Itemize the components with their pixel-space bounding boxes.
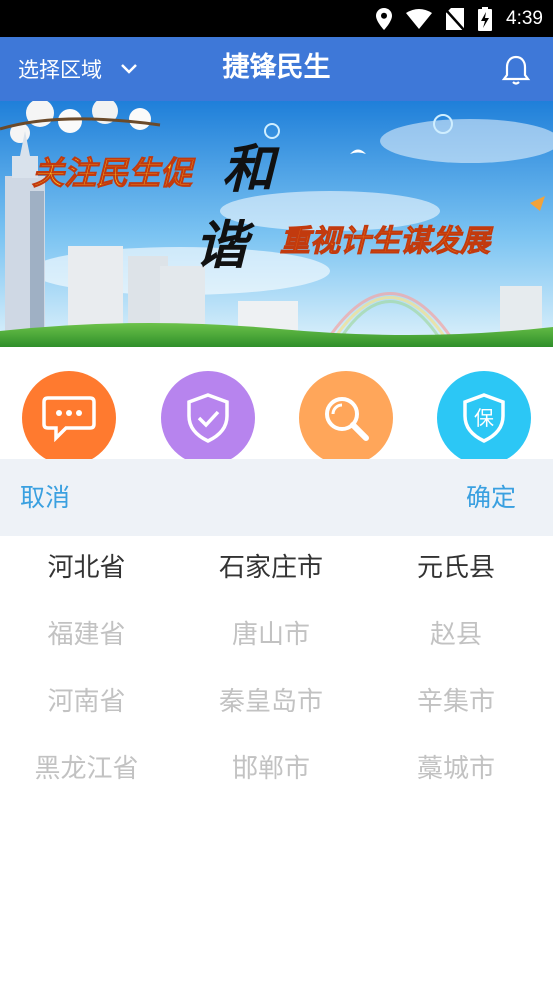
region-label: 选择区域 xyxy=(18,58,102,82)
city-option[interactable]: 邯郸市 xyxy=(173,737,369,804)
feature-icons-row: 保 xyxy=(0,347,553,459)
battery-charging-icon xyxy=(478,6,493,31)
insurance-icon: 保 xyxy=(463,393,505,443)
province-option[interactable]: 福建省 xyxy=(0,603,173,670)
county-option[interactable]: 元氏县 xyxy=(369,536,543,603)
location-icon xyxy=(376,7,393,30)
region-selector[interactable]: 选择区域 xyxy=(18,37,140,101)
status-bar: 4:39 xyxy=(0,0,553,37)
city-option[interactable]: 秦皇岛市 xyxy=(173,670,369,737)
county-option[interactable]: 藁城市 xyxy=(369,737,543,804)
province-wheel[interactable]: 河北省 福建省 河南省 黑龙江省 xyxy=(0,536,173,804)
insurance-glyph: 保 xyxy=(474,406,494,430)
county-wheel[interactable]: 元氏县 赵县 辛集市 藁城市 xyxy=(369,536,543,804)
county-option[interactable]: 赵县 xyxy=(369,603,543,670)
app-bar: 选择区域 捷锋民生 xyxy=(0,37,553,101)
insurance-button[interactable]: 保 xyxy=(437,371,531,459)
province-option[interactable]: 河北省 xyxy=(0,536,173,603)
status-time: 4:39 xyxy=(506,7,543,29)
status-icons: 4:39 xyxy=(376,0,543,37)
cancel-button[interactable]: 取消 xyxy=(20,459,70,536)
confirm-button[interactable]: 确定 xyxy=(466,459,516,536)
query-button[interactable] xyxy=(299,371,393,459)
consult-button[interactable] xyxy=(22,371,116,459)
picker-toolbar: 取消 确定 xyxy=(0,459,553,536)
banner-text-he: 和 xyxy=(222,139,280,200)
chevron-down-icon xyxy=(121,64,137,74)
wifi-icon xyxy=(406,8,433,29)
banner[interactable]: 关注民生促 和 谐 重视计生谋发展 xyxy=(0,101,553,347)
banner-image: 关注民生促 和 谐 重视计生谋发展 xyxy=(0,101,553,347)
bell-icon[interactable] xyxy=(501,54,531,86)
city-wheel[interactable]: 石家庄市 唐山市 秦皇岛市 邯郸市 xyxy=(173,536,369,804)
county-option[interactable]: 辛集市 xyxy=(369,670,543,737)
no-sim-icon xyxy=(446,7,465,30)
banner-text-right: 重视计生谋发展 xyxy=(280,225,494,258)
banner-text-left: 关注民生促 xyxy=(32,155,196,191)
verify-button[interactable] xyxy=(161,371,255,459)
shield-check-icon xyxy=(187,393,229,443)
search-icon xyxy=(325,397,369,441)
message-icon xyxy=(42,396,96,442)
province-option[interactable]: 河南省 xyxy=(0,670,173,737)
banner-text-xie: 谐 xyxy=(195,215,255,276)
region-picker: 河北省 福建省 河南省 黑龙江省 石家庄市 唐山市 秦皇岛市 邯郸市 元氏县 赵… xyxy=(0,536,553,983)
city-option[interactable]: 唐山市 xyxy=(173,603,369,670)
province-option[interactable]: 黑龙江省 xyxy=(0,737,173,804)
city-option[interactable]: 石家庄市 xyxy=(173,536,369,603)
